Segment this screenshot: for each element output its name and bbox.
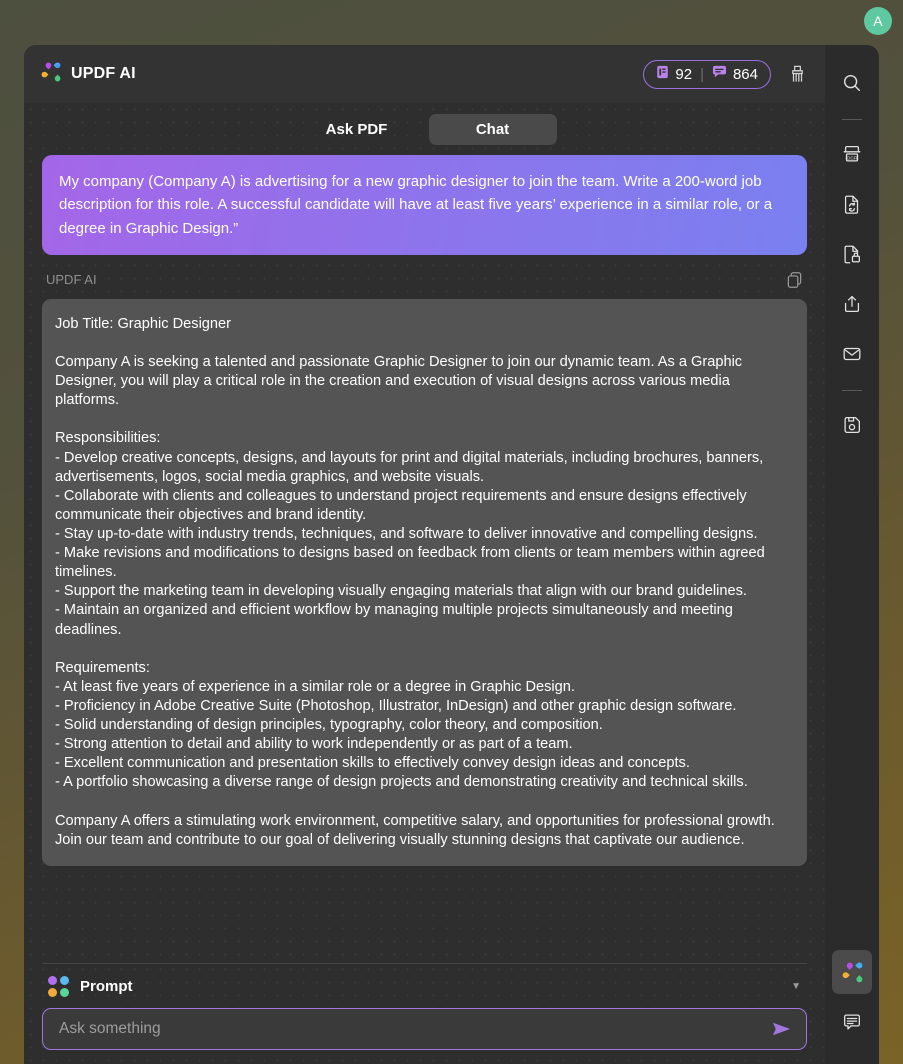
tool-search[interactable]	[832, 61, 872, 105]
toolbar-bottom-group	[832, 950, 872, 1064]
copy-icon[interactable]	[783, 269, 805, 291]
tab-chat[interactable]: Chat	[428, 113, 557, 145]
ai-panel: UPDF AI 92 | 864 Ask PDF Chat My company…	[24, 45, 825, 1064]
updf-app-window: UPDF AI 92 | 864 Ask PDF Chat My company…	[24, 45, 879, 1064]
toolbar-divider	[842, 119, 862, 120]
avatar-initial: A	[873, 13, 883, 29]
search-input[interactable]	[59, 1020, 768, 1038]
tool-save[interactable]	[832, 403, 872, 447]
tool-share[interactable]	[832, 282, 872, 326]
chevron-down-icon[interactable]: ▼	[791, 981, 807, 992]
tool-convert[interactable]	[832, 182, 872, 226]
panel-tabs: Ask PDF Chat	[24, 103, 825, 155]
tool-email[interactable]	[832, 332, 872, 376]
toolbar-divider	[842, 390, 862, 391]
tool-comment[interactable]	[832, 1000, 872, 1044]
credit-chat: 864	[712, 65, 758, 83]
ai-panel-header: UPDF AI 92 | 864	[24, 45, 825, 103]
document-pages-icon	[656, 65, 669, 83]
prompt-section: Prompt ▼	[24, 963, 825, 1064]
assistant-label: UPDF AI	[46, 272, 97, 288]
tool-updf-ai[interactable]	[832, 950, 872, 994]
credit-chat-value: 864	[732, 65, 758, 83]
brand: UPDF AI	[40, 61, 136, 88]
send-arrow-icon[interactable]	[768, 1016, 794, 1042]
credit-separator: |	[700, 65, 704, 83]
tool-protect[interactable]	[832, 232, 872, 276]
assistant-header: UPDF AI	[46, 269, 805, 291]
prompt-label: Prompt	[80, 977, 133, 995]
user-avatar[interactable]: A	[864, 7, 892, 35]
conversation-area: My company (Company A) is advertising fo…	[24, 155, 825, 963]
user-message: My company (Company A) is advertising fo…	[42, 155, 807, 255]
tool-ocr[interactable]: OCR	[832, 132, 872, 176]
header-actions: 92 | 864	[643, 59, 809, 89]
prompt-input-wrapper[interactable]	[42, 1008, 807, 1050]
assistant-message-card: Job Title: Graphic Designer Company A is…	[42, 298, 807, 866]
tab-ask-pdf[interactable]: Ask PDF	[293, 114, 421, 145]
brush-cleanup-icon[interactable]	[785, 61, 809, 87]
credits-badge[interactable]: 92 | 864	[643, 59, 771, 89]
credit-pages: 92	[656, 65, 692, 83]
prompt-header[interactable]: Prompt ▼	[42, 964, 807, 1008]
updf-flower-logo-icon	[40, 61, 62, 88]
svg-text:OCR: OCR	[847, 155, 858, 161]
right-toolbar: OCR	[825, 45, 879, 1064]
four-color-dots-icon	[48, 975, 69, 997]
brand-title: UPDF AI	[71, 65, 136, 82]
chat-bubble-icon	[712, 65, 727, 83]
credit-pages-value: 92	[675, 65, 693, 83]
